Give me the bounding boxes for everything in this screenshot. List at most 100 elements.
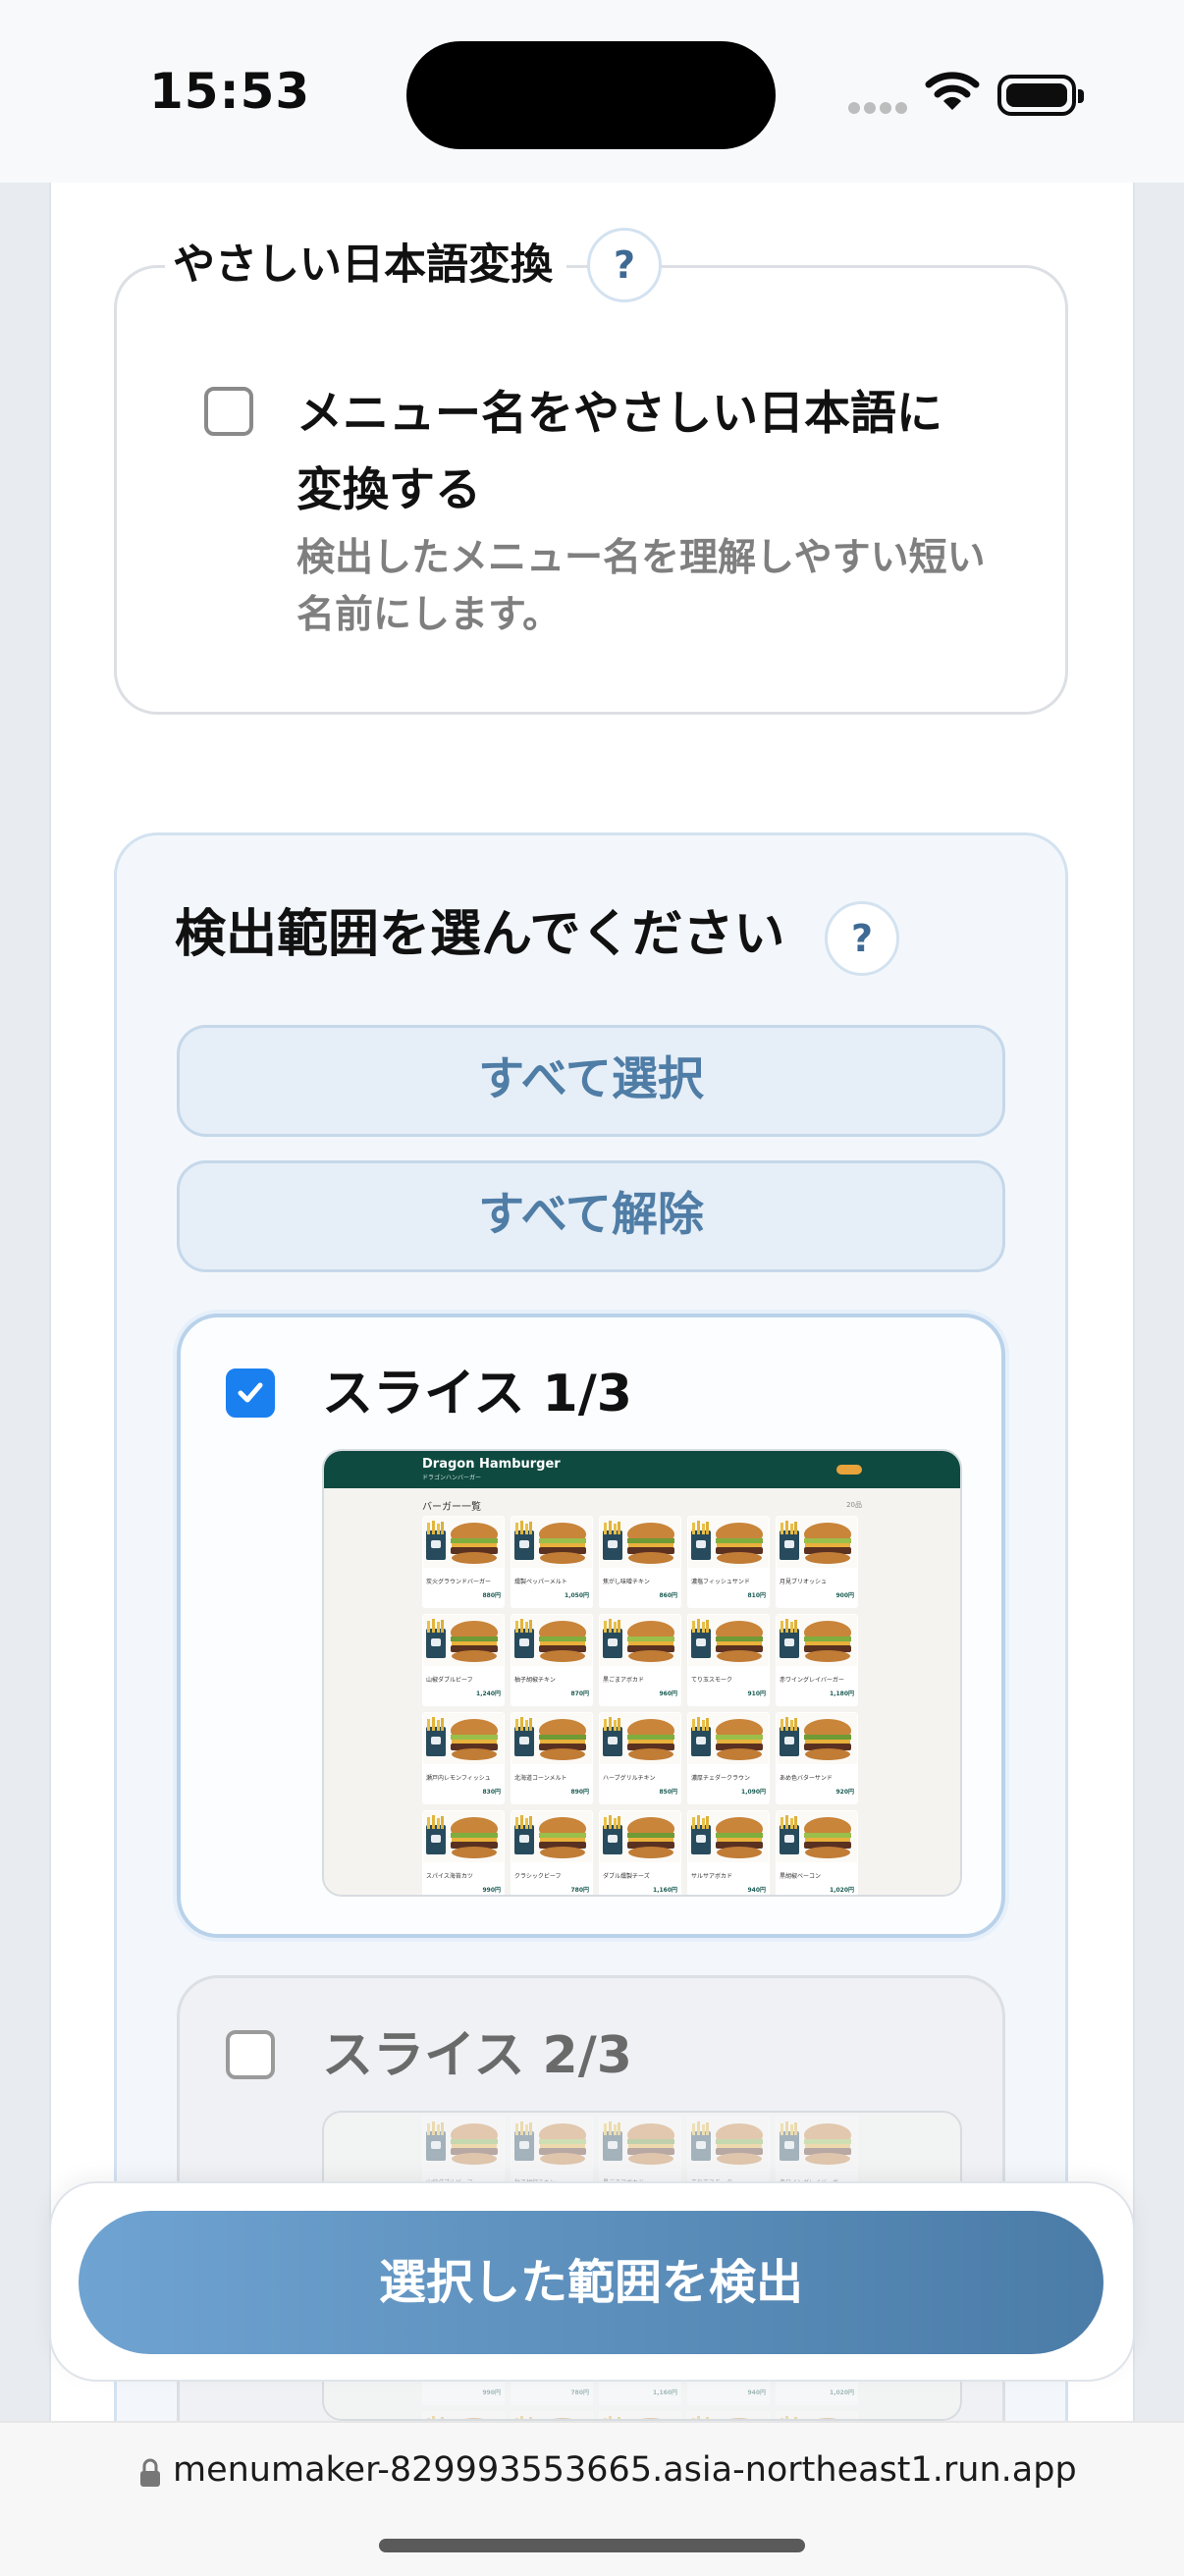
preview-item-price: 900円	[835, 1592, 854, 1599]
status-time: 15:53	[149, 63, 311, 120]
burger-photo-icon	[600, 1713, 680, 1764]
preview-item-price: 1,240円	[476, 1690, 501, 1697]
preview-item-name: 山椒ダブルビーフ	[426, 1677, 473, 1684]
preview-item-name: 濃厚チェダークラウン	[691, 1775, 751, 1782]
slice-1-preview-image: Dragon Hamburger ドラゴンハンバーガー バーガー一覧 20品 炭…	[322, 1449, 962, 1897]
preview-item-name: 焦がし味噌チキン	[603, 1579, 650, 1585]
preview-item-price: 1,020円	[830, 1887, 854, 1894]
preview-menu-item: ダブル燻製チーズ1,160円	[599, 1810, 681, 1895]
preview-item-name: あめ色バターサンド	[780, 1775, 833, 1782]
dynamic-island	[406, 41, 776, 149]
preview-item-name: てり玉スモーク	[691, 1677, 733, 1684]
simple-japanese-checkbox[interactable]	[204, 387, 253, 436]
preview-item-price: 960円	[659, 1690, 677, 1697]
preview-item-price: 780円	[570, 1887, 589, 1894]
preview-item-price: 910円	[747, 1690, 766, 1697]
simple-japanese-description: 検出したメニュー名を理解しやすい短い名前にします。	[296, 536, 986, 637]
preview-item-price: 1,160円	[653, 1887, 677, 1894]
burger-photo-icon	[777, 1713, 857, 1764]
preview-menu-item: 黒胡椒ベーコン 1,020円	[776, 1810, 858, 1895]
preview-item-price: 890円	[570, 1789, 589, 1796]
browser-url-bar[interactable]: menumaker-829993553665.asia-northeast1.r…	[0, 2421, 1184, 2576]
preview-item-price: 990円	[482, 1887, 501, 1894]
preview-item-name: ハーブグリルチキン	[603, 1775, 656, 1782]
range-select-help-button[interactable]: ?	[825, 901, 899, 976]
preview-item-name: ダブル燻製チーズ	[603, 1873, 650, 1880]
burger-photo-icon	[423, 1811, 504, 1862]
range-select-heading: 検出範囲を選んでください	[175, 905, 785, 964]
preview-section-title: バーガー一覧	[422, 1502, 481, 1513]
wifi-icon	[925, 72, 980, 110]
preview-item-name: 黒ごまアボカド	[603, 1677, 645, 1684]
slice-2-title[interactable]: スライス 2/3	[322, 2020, 632, 2091]
preview-menu-item: 月見ブリオッシュ 900円	[776, 1516, 858, 1608]
preview-item-name: 燻製ペッパーメルト	[514, 1579, 567, 1585]
simple-japanese-fieldset	[114, 265, 1068, 715]
signal-dots-icon	[848, 102, 907, 116]
preview-item-price: 920円	[835, 1789, 854, 1796]
battery-icon	[997, 75, 1084, 116]
lock-icon	[140, 2458, 160, 2487]
url-text[interactable]: menumaker-829993553665.asia-northeast1.r…	[173, 2450, 1077, 2490]
burger-photo-icon	[423, 1713, 504, 1764]
preview-item-price: 1,180円	[830, 1690, 854, 1697]
preview-item-price: 860円	[659, 1592, 677, 1599]
preview-menu-item: 濃塩フィッシュサンド 810円	[687, 1516, 770, 1608]
burger-photo-icon	[688, 1517, 769, 1568]
burger-photo-icon	[777, 1615, 857, 1666]
burger-photo-icon	[777, 1517, 857, 1568]
checkmark-icon	[238, 1382, 263, 1403]
preview-menu-item: 赤ワイングレイバーガー 1,180円	[776, 1614, 858, 1706]
deselect-all-button[interactable]: すべて解除	[177, 1160, 1005, 1272]
preview-menu-item: あめ色バターサンド920円	[776, 1712, 858, 1804]
preview-menu-item: スパイス海苔カツ 990円	[422, 1810, 505, 1895]
home-indicator	[379, 2539, 805, 2552]
preview-menu-item: ハーブグリルチキン850円	[599, 1712, 681, 1804]
burger-photo-icon	[511, 1615, 592, 1666]
simple-japanese-checkbox-label[interactable]: メニュー名をやさしい日本語に	[296, 377, 1023, 452]
preview-item-name: 炭火グラウンドバーガー	[426, 1579, 492, 1585]
preview-menu-item: てり玉スモーク 910円	[687, 1614, 770, 1706]
preview-item-price: 810円	[747, 1592, 766, 1599]
preview-menu-item: 山椒ダブルビーフ1,240円	[422, 1614, 505, 1706]
preview-item-name: クラシックビーフ	[514, 1873, 562, 1880]
simple-japanese-help-button[interactable]: ?	[587, 228, 662, 302]
preview-item-price: 1,090円	[741, 1789, 766, 1796]
burger-photo-icon	[511, 1811, 592, 1862]
preview-section-note: 20品	[846, 1501, 862, 1509]
preview-menu-item: クラシックビーフ 780円	[511, 1810, 593, 1895]
burger-photo-icon	[511, 1713, 592, 1764]
preview-item-name: 濃塩フィッシュサンド	[691, 1579, 750, 1585]
simple-japanese-checkbox-label-cont[interactable]: 変換する	[296, 454, 481, 528]
preview-item-name: スパイス海苔カツ	[426, 1873, 473, 1880]
burger-photo-icon	[777, 1811, 857, 1862]
preview-header: Dragon Hamburger ドラゴンハンバーガー	[324, 1451, 960, 1488]
burger-photo-icon	[423, 1615, 504, 1666]
slice-1-title[interactable]: スライス 1/3	[322, 1359, 632, 1429]
burger-photo-icon	[600, 1811, 680, 1862]
burger-photo-icon	[511, 1517, 592, 1568]
page-gutter-left	[0, 183, 49, 2421]
select-all-button[interactable]: すべて選択	[177, 1025, 1005, 1137]
preview-menu-item: 柚子胡椒チキン 870円	[511, 1614, 593, 1706]
preview-item-price: 940円	[747, 1887, 766, 1894]
slice-2-checkbox[interactable]	[226, 2030, 275, 2079]
burger-photo-icon	[600, 1615, 680, 1666]
preview-item-name: 瀬戸内レモンフィッシュ	[426, 1775, 491, 1782]
page-gutter-right	[1135, 183, 1184, 2421]
preview-menu-item: 燻製ペッパーメルト 1,050円	[511, 1516, 593, 1608]
preview-item-name: 月見ブリオッシュ	[780, 1579, 828, 1585]
preview-menu-item: 北海道コーンメルト890円	[511, 1712, 593, 1804]
preview-restaurant-subtitle: ドラゴンハンバーガー	[422, 1475, 482, 1481]
preview-menu-item: 瀬戸内レモンフィッシュ 830円	[422, 1712, 505, 1804]
preview-item-price: 830円	[482, 1789, 501, 1796]
preview-badge	[836, 1465, 862, 1475]
burger-photo-icon	[688, 1811, 769, 1862]
slice-1-checkbox[interactable]	[226, 1368, 275, 1418]
burger-photo-icon	[423, 1517, 504, 1568]
detect-selected-range-button[interactable]: 選択した範囲を検出	[79, 2211, 1103, 2354]
preview-item-name: 北海道コーンメルト	[514, 1775, 567, 1782]
burger-photo-icon	[688, 1615, 769, 1666]
simple-japanese-legend: やさしい日本語変換	[165, 236, 566, 295]
preview-item-price: 1,050円	[565, 1592, 589, 1599]
